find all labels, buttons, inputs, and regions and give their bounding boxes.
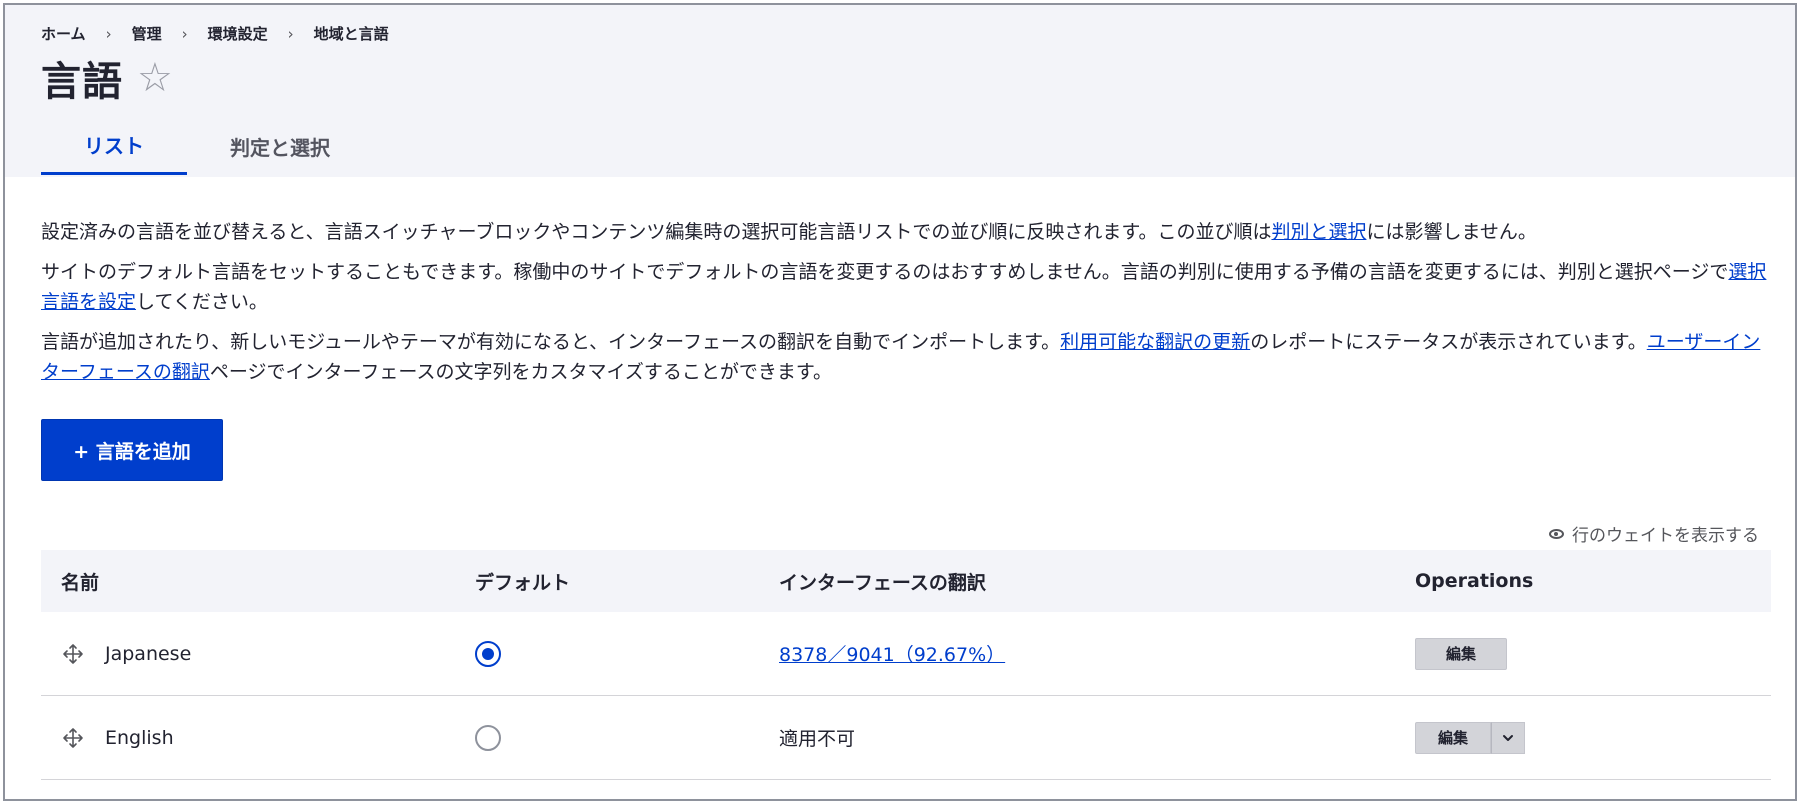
add-language-button[interactable]: + 言語を追加 bbox=[41, 419, 223, 481]
cell-operations: 編集 bbox=[1415, 721, 1771, 754]
description-paragraph: 設定済みの言語を並び替えると、言語スイッチャーブロックやコンテンツ編集時の選択可… bbox=[41, 217, 1771, 247]
chevron-down-icon[interactable] bbox=[1491, 721, 1526, 754]
description-paragraph: 言語が追加されたり、新しいモジュールやテーマが有効になると、インターフェースの翻… bbox=[41, 327, 1771, 387]
eye-icon bbox=[1549, 528, 1564, 539]
cell-translation: 適用不可 bbox=[779, 724, 1415, 751]
header-name: 名前 bbox=[61, 571, 100, 594]
page-frame: ホーム › 管理 › 環境設定 › 地域と言語 言語 ☆ リスト 判定と選択 設… bbox=[3, 3, 1797, 801]
language-name: English bbox=[105, 726, 174, 749]
text: ページでインターフェースの文字列をカスタマイズすることができます。 bbox=[209, 361, 832, 383]
drag-handle-icon[interactable] bbox=[61, 642, 85, 666]
header-translation: インターフェースの翻訳 bbox=[779, 571, 986, 594]
languages-table: 名前 デフォルト インターフェースの翻訳 Operations Japanese… bbox=[41, 550, 1771, 780]
language-name: Japanese bbox=[105, 642, 192, 665]
default-radio[interactable] bbox=[475, 724, 501, 751]
tabs: リスト 判定と選択 bbox=[41, 117, 373, 175]
breadcrumb-separator: › bbox=[181, 24, 188, 43]
breadcrumb-separator: › bbox=[105, 24, 112, 43]
star-icon[interactable]: ☆ bbox=[137, 58, 173, 98]
page-header: ホーム › 管理 › 環境設定 › 地域と言語 言語 ☆ リスト 判定と選択 bbox=[5, 5, 1795, 177]
show-row-weights-toggle[interactable]: 行のウェイトを表示する bbox=[1549, 521, 1759, 546]
cell-default bbox=[475, 640, 779, 667]
available-translation-updates-link[interactable]: 利用可能な翻訳の更新 bbox=[1060, 331, 1250, 353]
table-row: Japanese 8378／9041（92.67%） 編集 bbox=[41, 612, 1771, 696]
page-title: 言語 bbox=[41, 59, 123, 105]
translation-status: 適用不可 bbox=[779, 728, 856, 750]
header-default: デフォルト bbox=[475, 571, 571, 594]
translation-progress-link[interactable]: 8378／9041（92.67%） bbox=[779, 640, 1005, 667]
cell-operations: 編集 bbox=[1415, 637, 1771, 670]
operations-dropbutton: 編集 bbox=[1415, 721, 1526, 754]
cell-name: Japanese bbox=[41, 642, 475, 666]
description: 設定済みの言語を並び替えると、言語スイッチャーブロックやコンテンツ編集時の選択可… bbox=[41, 217, 1771, 397]
description-paragraph: サイトのデフォルト言語をセットすることもできます。稼働中のサイトでデフォルトの言… bbox=[41, 257, 1771, 317]
text: してください。 bbox=[136, 291, 268, 313]
cell-name: English bbox=[41, 726, 475, 750]
table-row: English 適用不可 編集 bbox=[41, 696, 1771, 780]
text: サイトのデフォルト言語をセットすることもできます。稼働中のサイトでデフォルトの言… bbox=[41, 261, 1729, 283]
tab-list[interactable]: リスト bbox=[41, 117, 187, 175]
tab-detection-selection[interactable]: 判定と選択 bbox=[187, 117, 373, 175]
default-radio[interactable] bbox=[475, 640, 501, 667]
text: 言語が追加されたり、新しいモジュールやテーマが有効になると、インターフェースの翻… bbox=[41, 331, 1061, 353]
header-operations: Operations bbox=[1415, 570, 1534, 592]
title-row: 言語 ☆ bbox=[41, 49, 173, 107]
text: には影響しません。 bbox=[1366, 221, 1537, 243]
edit-button[interactable]: 編集 bbox=[1415, 721, 1492, 754]
cell-translation: 8378／9041（92.67%） bbox=[779, 640, 1415, 667]
breadcrumb-regional[interactable]: 地域と言語 bbox=[314, 23, 389, 44]
show-row-weights-label: 行のウェイトを表示する bbox=[1572, 526, 1759, 546]
breadcrumb-separator: › bbox=[287, 24, 294, 43]
breadcrumb-home[interactable]: ホーム bbox=[41, 23, 86, 44]
breadcrumb: ホーム › 管理 › 環境設定 › 地域と言語 bbox=[41, 23, 389, 44]
cell-default bbox=[475, 724, 779, 751]
detection-selection-link[interactable]: 判別と選択 bbox=[1271, 221, 1366, 243]
breadcrumb-config[interactable]: 環境設定 bbox=[208, 23, 268, 44]
edit-button[interactable]: 編集 bbox=[1415, 637, 1508, 670]
table-header: 名前 デフォルト インターフェースの翻訳 Operations bbox=[41, 550, 1771, 612]
breadcrumb-admin[interactable]: 管理 bbox=[132, 23, 162, 44]
text: のレポートにステータスが表示されています。 bbox=[1250, 331, 1647, 353]
text: 設定済みの言語を並び替えると、言語スイッチャーブロックやコンテンツ編集時の選択可… bbox=[41, 221, 1272, 243]
drag-handle-icon[interactable] bbox=[61, 726, 85, 750]
